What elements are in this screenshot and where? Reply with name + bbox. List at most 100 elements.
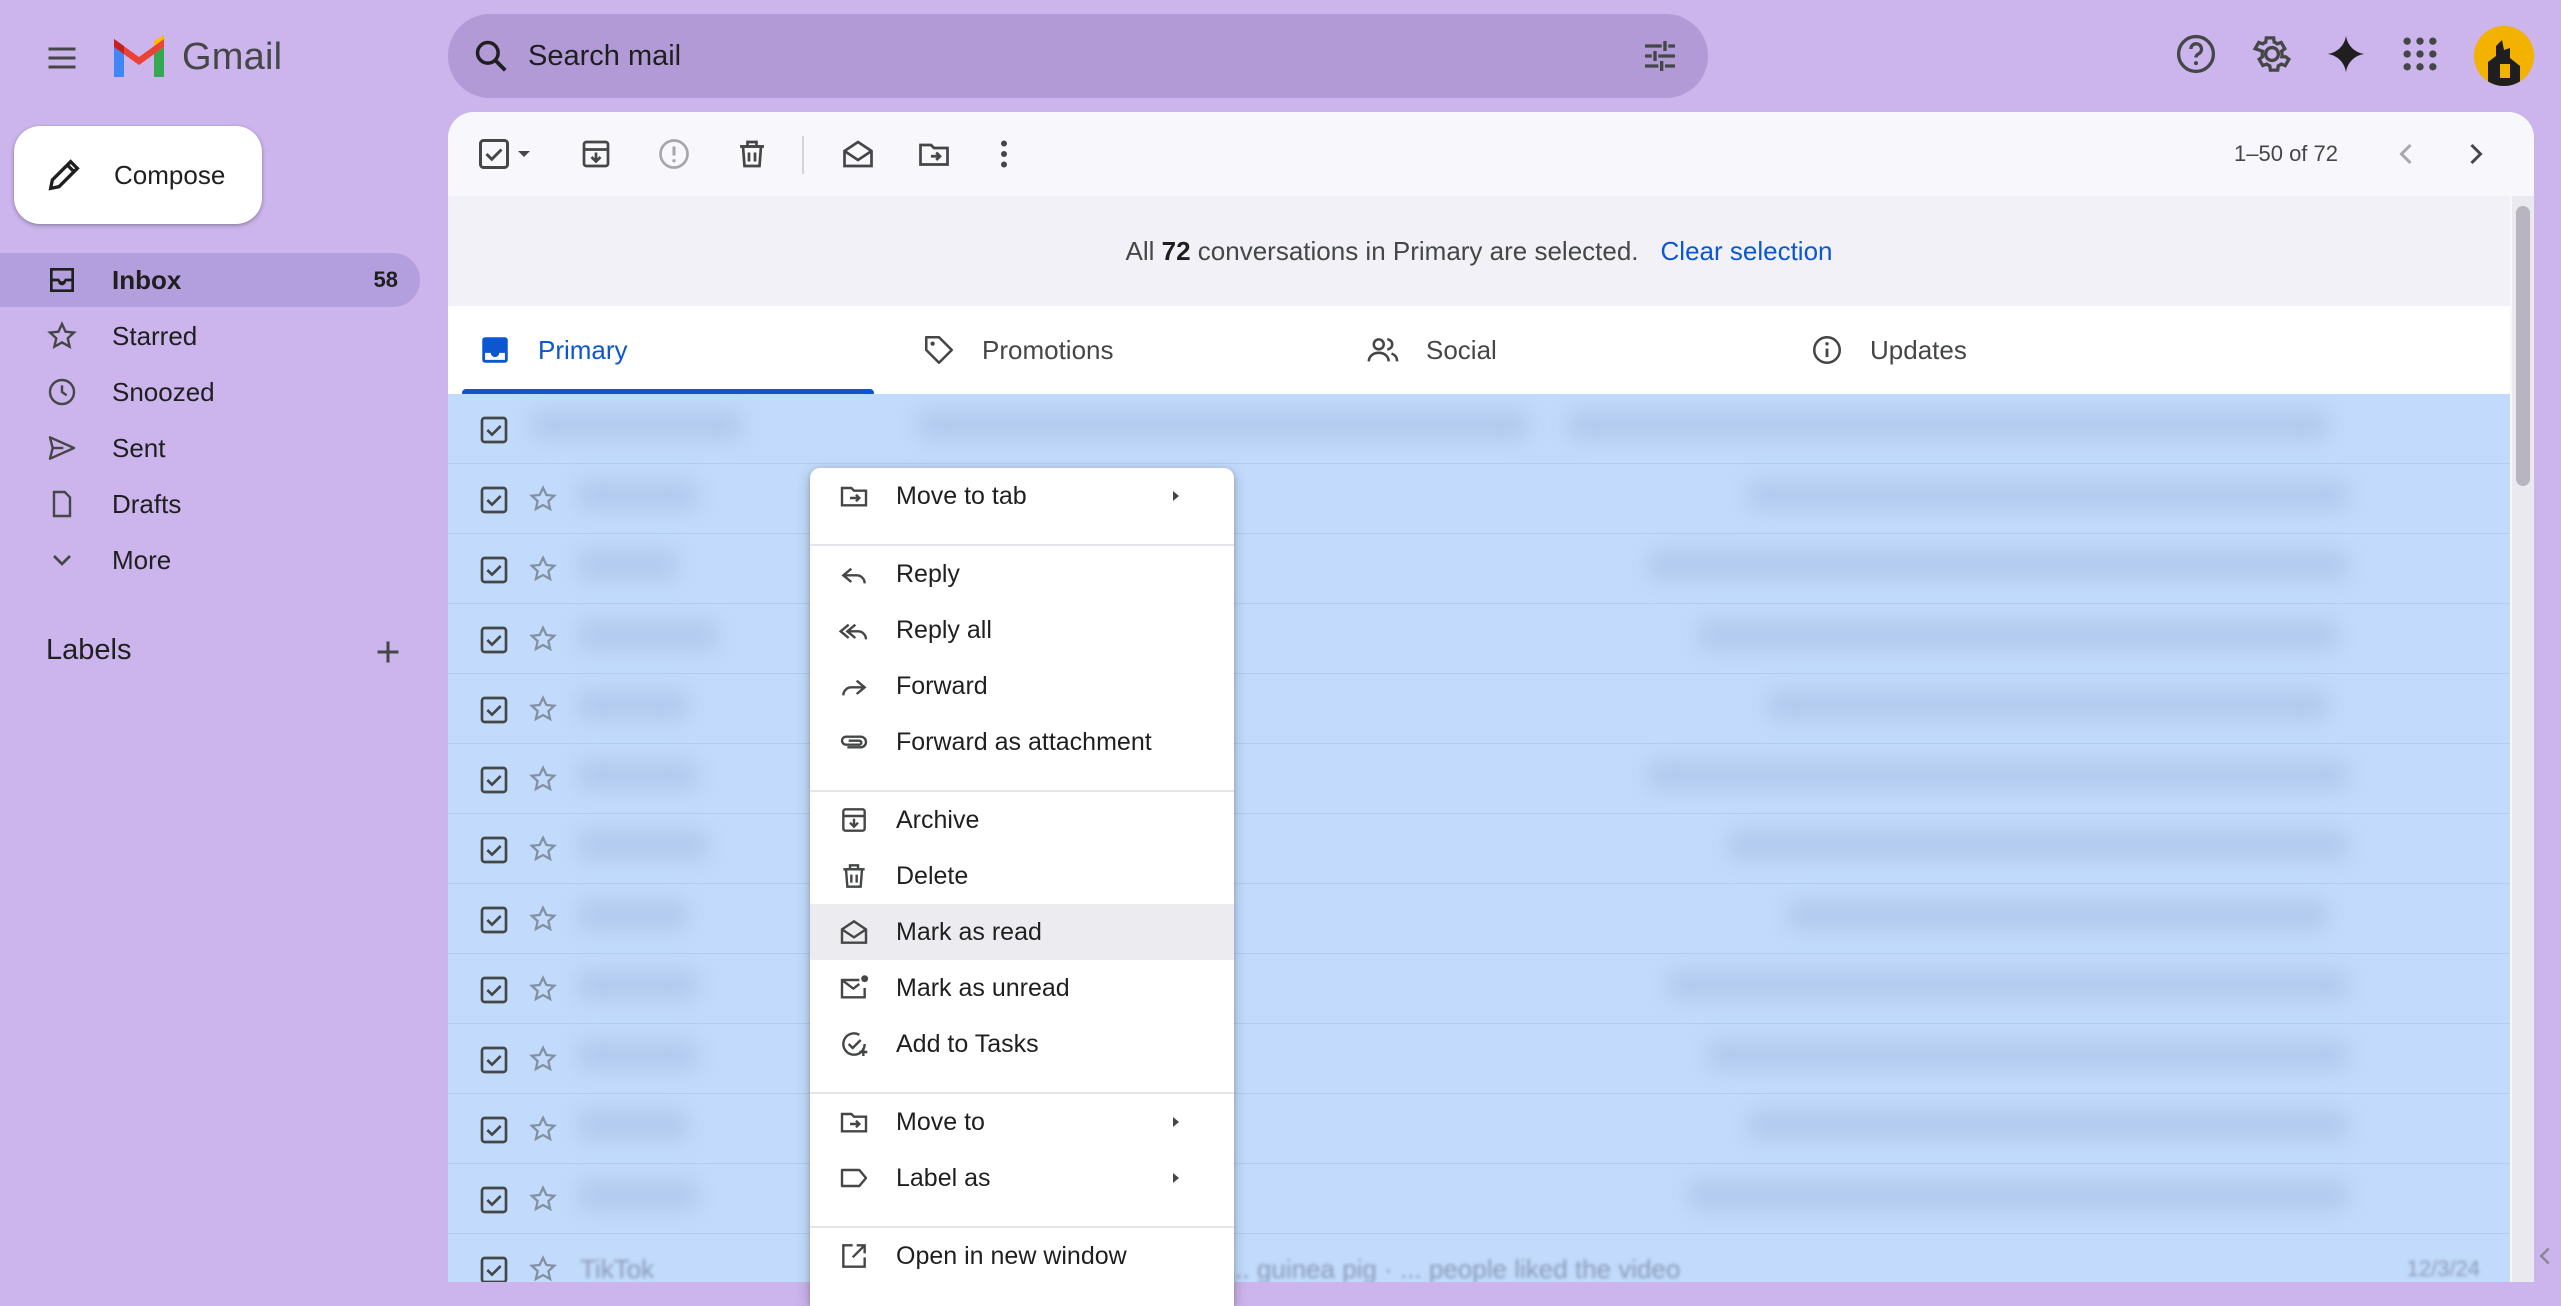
- archive-icon[interactable]: [578, 136, 614, 172]
- table-row[interactable]: [448, 814, 2510, 884]
- scrollbar-thumb[interactable]: [2516, 206, 2530, 486]
- menu-item-move-to-tab[interactable]: Move to tab: [810, 468, 1234, 524]
- sidebar-item-label: Snoozed: [112, 376, 215, 407]
- menu-item-reply[interactable]: Reply: [810, 546, 1234, 602]
- side-panel-toggle-icon[interactable]: [2530, 1236, 2560, 1276]
- report-spam-icon[interactable]: [656, 136, 692, 172]
- sidebar-item-snoozed[interactable]: Snoozed: [0, 365, 420, 419]
- checkbox-checked-icon[interactable]: [478, 1254, 510, 1282]
- table-row[interactable]: [448, 464, 2510, 534]
- checkbox-checked-icon[interactable]: [478, 624, 510, 656]
- tab-social[interactable]: Social: [1336, 306, 1766, 394]
- table-row[interactable]: [448, 674, 2510, 744]
- tab-primary[interactable]: Primary: [448, 306, 878, 394]
- menu-item-move-to[interactable]: Move to: [810, 1094, 1234, 1150]
- menu-item-label-as[interactable]: Label as: [810, 1150, 1234, 1206]
- clear-selection-link[interactable]: Clear selection: [1661, 236, 1833, 267]
- clock-icon: [46, 376, 78, 408]
- table-row[interactable]: [448, 604, 2510, 674]
- sidebar-item-more[interactable]: More: [0, 533, 420, 587]
- star-icon[interactable]: [528, 1254, 558, 1282]
- star-icon[interactable]: [528, 974, 558, 1004]
- select-dropdown-icon[interactable]: [512, 136, 536, 172]
- checkbox-checked-icon[interactable]: [478, 1114, 510, 1146]
- checkbox-checked-icon[interactable]: [478, 1184, 510, 1216]
- checkbox-checked-icon[interactable]: [478, 554, 510, 586]
- star-icon[interactable]: [528, 1184, 558, 1214]
- email-date: 12/3/24: [2406, 1256, 2480, 1281]
- tab-label: Social: [1426, 334, 1497, 365]
- menu-item-add-to-tasks[interactable]: Add to Tasks: [810, 1016, 1234, 1072]
- settings-gear-icon[interactable]: [2250, 32, 2294, 76]
- move-to-folder-icon[interactable]: [916, 136, 952, 172]
- table-row[interactable]: TikTok ... guinea pig · ... people liked…: [448, 1234, 2510, 1282]
- sidebar-item-sent[interactable]: Sent: [0, 421, 420, 475]
- trash-icon[interactable]: [734, 136, 770, 172]
- select-all-checkbox-icon[interactable]: [476, 136, 512, 172]
- menu-item-forward-as-attachment[interactable]: Forward as attachment: [810, 714, 1234, 770]
- menu-item-label: Label as: [896, 1163, 991, 1192]
- table-row[interactable]: [448, 534, 2510, 604]
- sidebar-item-drafts[interactable]: Drafts: [0, 477, 420, 531]
- menu-item-forward[interactable]: Forward: [810, 658, 1234, 714]
- search-input[interactable]: [528, 39, 1588, 73]
- checkbox-checked-icon[interactable]: [478, 414, 510, 446]
- tab-promotions[interactable]: Promotions: [892, 306, 1322, 394]
- table-row[interactable]: [448, 744, 2510, 814]
- search-bar[interactable]: [448, 14, 1708, 98]
- menu-item-reply-all[interactable]: Reply all: [810, 602, 1234, 658]
- checkbox-checked-icon[interactable]: [478, 974, 510, 1006]
- gmail-logo[interactable]: Gmail: [110, 32, 282, 82]
- star-icon[interactable]: [528, 1044, 558, 1074]
- star-icon[interactable]: [528, 554, 558, 584]
- menu-item-open-in-new-window[interactable]: Open in new window: [810, 1228, 1234, 1284]
- table-row[interactable]: [448, 884, 2510, 954]
- mark-read-icon[interactable]: [840, 136, 876, 172]
- star-icon[interactable]: [528, 904, 558, 934]
- search-options-icon[interactable]: [1640, 36, 1680, 76]
- table-row[interactable]: [448, 1164, 2510, 1234]
- checkbox-checked-icon[interactable]: [478, 764, 510, 796]
- menu-item-delete[interactable]: Delete: [810, 848, 1234, 904]
- checkbox-checked-icon[interactable]: [478, 904, 510, 936]
- checkbox-checked-icon[interactable]: [478, 484, 510, 516]
- attachment-icon: [838, 726, 870, 758]
- plus-icon[interactable]: [370, 634, 406, 670]
- checkbox-checked-icon[interactable]: [478, 694, 510, 726]
- checkbox-checked-icon[interactable]: [478, 834, 510, 866]
- star-icon[interactable]: [528, 694, 558, 724]
- gemini-sparkle-icon[interactable]: [2324, 32, 2368, 76]
- tab-updates[interactable]: Updates: [1780, 306, 2210, 394]
- star-icon[interactable]: [528, 834, 558, 864]
- search-icon[interactable]: [472, 37, 510, 75]
- banner-prefix: All: [1125, 235, 1155, 266]
- menu-item-archive[interactable]: Archive: [810, 792, 1234, 848]
- main-menu-button[interactable]: [36, 32, 88, 84]
- table-row[interactable]: [448, 1094, 2510, 1164]
- unread-count: 58: [373, 267, 398, 292]
- more-vert-icon[interactable]: [986, 136, 1022, 172]
- table-row[interactable]: [448, 1024, 2510, 1094]
- table-row[interactable]: [448, 394, 2510, 464]
- account-avatar[interactable]: [2474, 26, 2534, 86]
- star-icon[interactable]: [528, 1114, 558, 1144]
- selection-banner: All 72 conversations in Primary are sele…: [448, 196, 2510, 306]
- sidebar-item-inbox[interactable]: Inbox 58: [0, 253, 420, 307]
- menu-item-label: Mark as unread: [896, 973, 1070, 1002]
- chevron-down-icon: [46, 544, 78, 576]
- menu-item-mark-as-read[interactable]: Mark as read: [810, 904, 1234, 960]
- compose-button[interactable]: Compose: [14, 126, 262, 224]
- chevron-left-icon[interactable]: [2388, 136, 2424, 172]
- checkbox-checked-icon[interactable]: [478, 1044, 510, 1076]
- apps-grid-icon[interactable]: [2398, 32, 2442, 76]
- chevron-right-icon[interactable]: [2458, 136, 2494, 172]
- scrollbar[interactable]: [2512, 196, 2534, 1282]
- menu-item-mark-as-unread[interactable]: Mark as unread: [810, 960, 1234, 1016]
- sidebar-item-starred[interactable]: Starred: [0, 309, 420, 363]
- star-icon[interactable]: [528, 624, 558, 654]
- menu-item-label: Forward as attachment: [896, 727, 1152, 756]
- star-icon[interactable]: [528, 484, 558, 514]
- table-row[interactable]: [448, 954, 2510, 1024]
- star-icon[interactable]: [528, 764, 558, 794]
- help-icon[interactable]: [2174, 32, 2218, 76]
